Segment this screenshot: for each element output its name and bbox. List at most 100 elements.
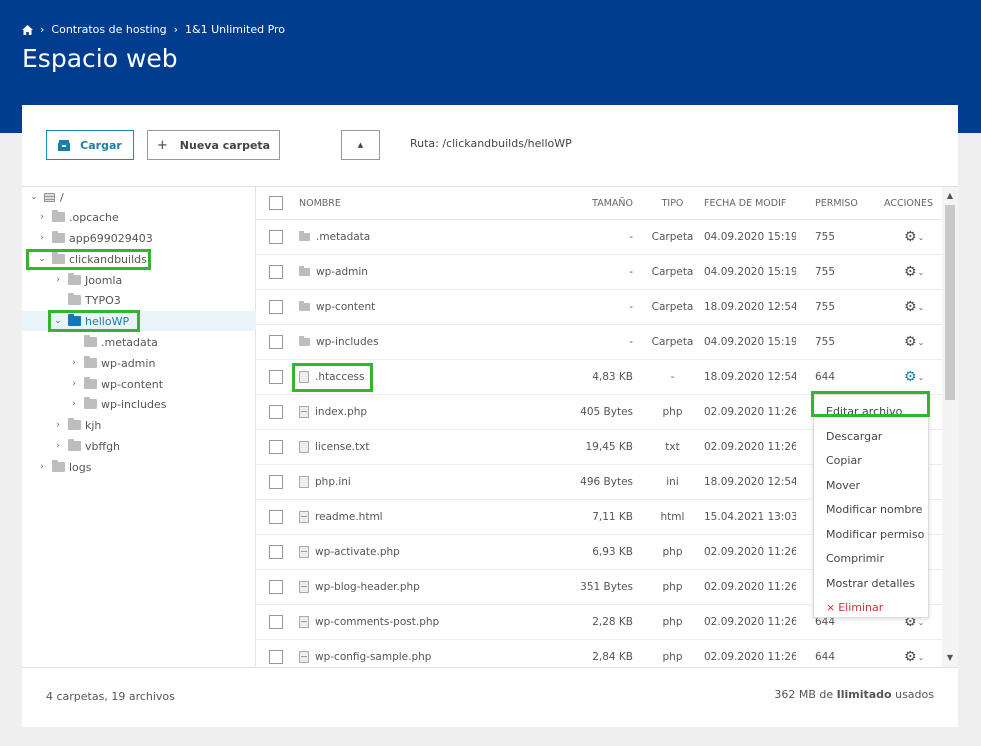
scrollbar[interactable]: ▲ ▼ [942, 187, 958, 667]
gear-icon[interactable]: ⚙ [904, 299, 917, 315]
folder-icon [84, 335, 97, 347]
menu-item-details[interactable]: Mostrar detalles [826, 577, 915, 590]
file-name[interactable]: wp-includes [299, 325, 539, 359]
file-name[interactable]: wp-comments-post.php [299, 605, 539, 639]
file-name-label: wp-includes [316, 336, 379, 348]
column-size[interactable]: TAMAÑO [556, 187, 633, 219]
upload-button[interactable]: Cargar [46, 130, 134, 160]
menu-item-permissions[interactable]: Modificar permiso [826, 528, 924, 541]
column-date[interactable]: FECHA DE MODIF [704, 187, 796, 219]
chevron-right-icon[interactable]: › [52, 441, 64, 451]
usage-suffix: usados [895, 688, 934, 701]
row-actions[interactable]: ⚙⌄ [884, 325, 942, 359]
row-actions[interactable]: ⚙⌄ [884, 220, 942, 254]
row-checkbox[interactable] [269, 615, 283, 629]
tree-item-opcache[interactable]: › .opcache [36, 207, 119, 227]
tree-item-logs[interactable]: › logs [36, 457, 92, 477]
tree-item-typo3[interactable]: TYPO3 [52, 290, 121, 310]
menu-item-compress[interactable]: Comprimir [826, 552, 884, 565]
row-checkbox[interactable] [269, 300, 283, 314]
row-checkbox[interactable] [269, 580, 283, 594]
table-row[interactable]: wp-config-sample.php 2,84 KB php 02.09.2020… [256, 640, 942, 667]
chevron-down-icon[interactable]: ⌄ [918, 653, 925, 662]
scroll-up-icon[interactable]: ▲ [942, 191, 958, 200]
row-actions[interactable]: ⚙⌄ [884, 255, 942, 289]
scroll-down-icon[interactable]: ▼ [942, 653, 958, 662]
home-icon[interactable] [22, 24, 33, 35]
menu-item-copy[interactable]: Copiar [826, 454, 862, 467]
chevron-down-icon[interactable]: ⌄ [28, 192, 40, 202]
file-name[interactable]: php.ini [299, 465, 539, 499]
file-name[interactable]: wp-config-sample.php [299, 640, 539, 667]
chevron-right-icon[interactable]: › [68, 379, 80, 389]
chevron-right-icon[interactable]: › [68, 399, 80, 409]
row-checkbox[interactable] [269, 265, 283, 279]
row-checkbox[interactable] [269, 440, 283, 454]
menu-item-download[interactable]: Descargar [826, 430, 882, 443]
row-checkbox[interactable] [269, 335, 283, 349]
row-checkbox[interactable] [269, 545, 283, 559]
select-all-checkbox[interactable] [269, 196, 283, 210]
file-name[interactable]: index.php [299, 395, 539, 429]
tree-item-metadata[interactable]: .metadata [68, 332, 158, 352]
chevron-down-icon[interactable]: ⌄ [918, 373, 925, 382]
highlight-box [26, 249, 151, 270]
tree-item-vbffgh[interactable]: › vbffgh [52, 436, 120, 456]
chevron-right-icon[interactable]: › [36, 233, 48, 243]
gear-icon[interactable]: ⚙ [904, 649, 917, 665]
chevron-down-icon[interactable]: ⌄ [918, 233, 925, 242]
file-name[interactable]: license.txt [299, 430, 539, 464]
row-actions[interactable]: ⚙⌄ [884, 640, 942, 667]
menu-item-rename[interactable]: Modificar nombre [826, 503, 922, 516]
row-checkbox[interactable] [269, 475, 283, 489]
file-name[interactable]: wp-activate.php [299, 535, 539, 569]
tree-item-kjh[interactable]: › kjh [52, 415, 101, 435]
scrollbar-thumb[interactable] [945, 205, 955, 400]
file-name[interactable]: wp-blog-header.php [299, 570, 539, 604]
breadcrumb-item-contract[interactable]: 1&1 Unlimited Pro [185, 23, 285, 36]
file-name[interactable]: readme.html [299, 500, 539, 534]
row-checkbox[interactable] [269, 230, 283, 244]
tree-item-wp-admin[interactable]: › wp-admin [68, 353, 155, 373]
gear-icon[interactable]: ⚙ [904, 229, 917, 245]
column-permission[interactable]: PERMISO [815, 187, 860, 219]
row-checkbox[interactable] [269, 650, 283, 664]
column-name[interactable]: NOMBRE [299, 187, 539, 219]
new-folder-button[interactable]: + Nueva carpeta [147, 130, 280, 160]
row-actions[interactable]: ⚙⌄ [884, 290, 942, 324]
tree-item-joomla[interactable]: › Joomla [52, 270, 122, 290]
row-actions[interactable]: ⚙⌄ [884, 360, 942, 394]
chevron-right-icon[interactable]: › [36, 212, 48, 222]
chevron-down-icon[interactable]: ⌄ [918, 303, 925, 312]
tree-item-app[interactable]: › app699029403 [36, 228, 153, 248]
file-name[interactable]: .metadata [299, 220, 539, 254]
menu-item-move[interactable]: Mover [826, 479, 860, 492]
gear-icon[interactable]: ⚙ [904, 369, 917, 385]
table-row[interactable]: wp-includes - Carpeta 04.09.2020 15:19 755 ⚙ ⌄ [256, 325, 942, 360]
table-row[interactable]: wp-admin - Carpeta 04.09.2020 15:19 755 ⚙ ⌄ [256, 255, 942, 290]
tree-item-wp-content[interactable]: › wp-content [68, 374, 163, 394]
row-checkbox[interactable] [269, 510, 283, 524]
row-checkbox[interactable] [269, 370, 283, 384]
chevron-down-icon[interactable]: ⌄ [918, 268, 925, 277]
file-name[interactable]: wp-admin [299, 255, 539, 289]
table-row[interactable]: wp-content - Carpeta 18.09.2020 12:54 755 ⚙ ⌄ [256, 290, 942, 325]
tree-item-label: vbffgh [85, 439, 121, 453]
parent-folder-button[interactable]: ▲ [341, 130, 380, 160]
file-name[interactable]: wp-content [299, 290, 539, 324]
chevron-right-icon[interactable]: › [52, 275, 64, 285]
chevron-right-icon[interactable]: › [52, 420, 64, 430]
gear-icon[interactable]: ⚙ [904, 334, 917, 350]
tree-item-wp-includes[interactable]: › wp-includes [68, 394, 167, 414]
gear-icon[interactable]: ⚙ [904, 264, 917, 280]
table-row[interactable]: .metadata - Carpeta 04.09.2020 15:19 755 ⚙ ⌄ [256, 220, 942, 255]
chevron-down-icon[interactable]: ⌄ [918, 618, 925, 627]
column-type[interactable]: TIPO [651, 187, 694, 219]
menu-item-delete[interactable]: × Eliminar [826, 601, 883, 614]
row-checkbox[interactable] [269, 405, 283, 419]
breadcrumb-item-hosting[interactable]: Contratos de hosting [51, 23, 166, 36]
tree-root[interactable]: ⌄ / [28, 187, 64, 207]
chevron-down-icon[interactable]: ⌄ [918, 338, 925, 347]
chevron-right-icon[interactable]: › [36, 462, 48, 472]
chevron-right-icon[interactable]: › [68, 358, 80, 368]
